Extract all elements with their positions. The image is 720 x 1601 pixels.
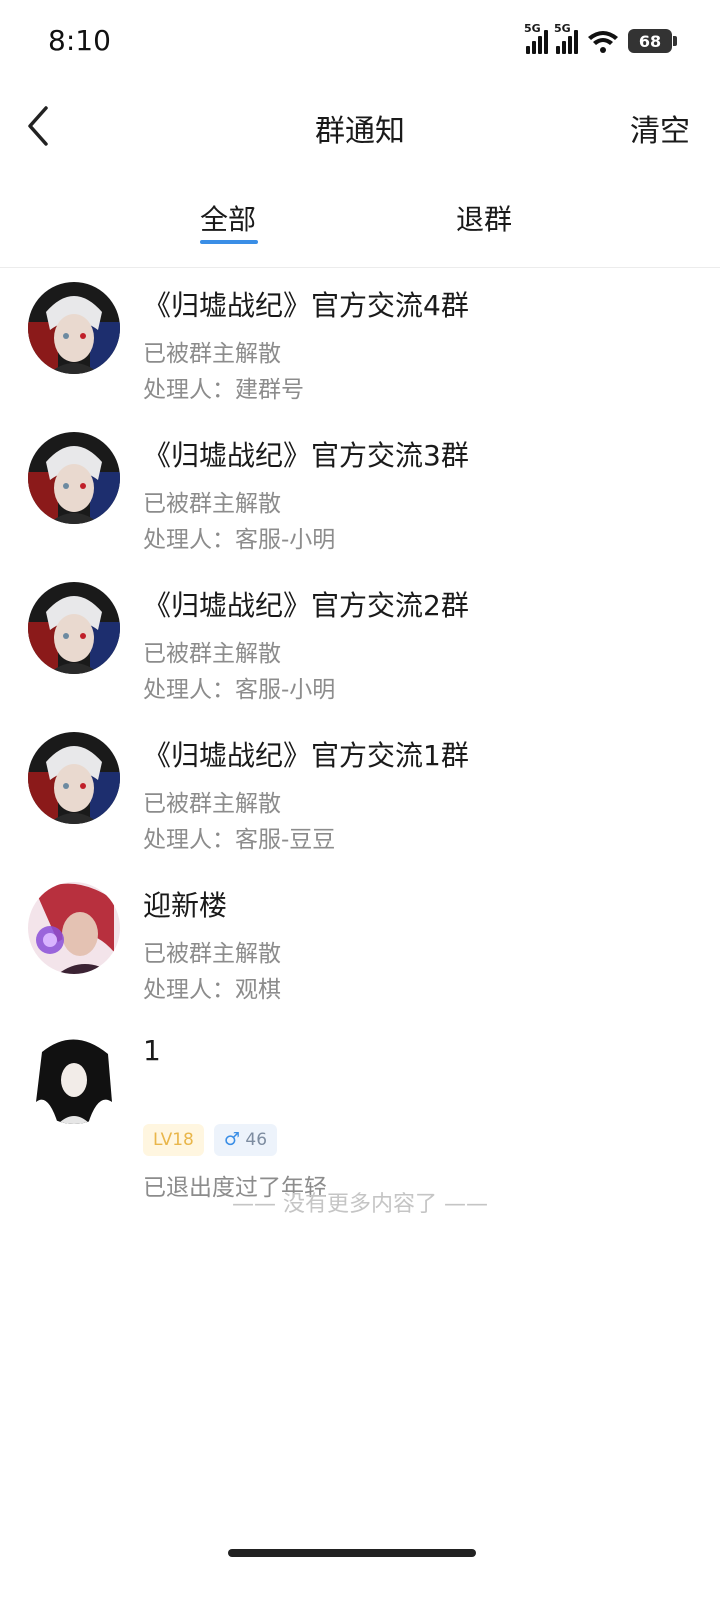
list-item[interactable]: 《归墟战纪》官方交流2群 已被群主解散 处理人：客服-小明: [0, 570, 720, 720]
nav-bar: 群通知 清空: [0, 84, 720, 168]
notice-status: 已被群主解散: [143, 341, 281, 367]
user-avatar: [28, 1032, 120, 1124]
signal-icon: 5G: [554, 22, 578, 54]
group-avatar: [28, 582, 120, 674]
group-name: 《归墟战纪》官方交流1群: [143, 739, 469, 772]
male-icon: ♂: [223, 1129, 241, 1150]
handler-text: 处理人：客服-小明: [143, 677, 336, 703]
user-name: 1: [143, 1034, 161, 1067]
level-badge: LV18: [143, 1124, 204, 1156]
status-bar: 8:10 5G 5G 68: [0, 0, 720, 84]
age-value: 46: [245, 1130, 268, 1150]
group-avatar: [28, 432, 120, 524]
notification-list: 《归墟战纪》官方交流4群 已被群主解散 处理人：建群号 《归墟战纪》官方交流3群…: [0, 270, 720, 1220]
clear-button[interactable]: 清空: [630, 106, 690, 150]
group-avatar: [28, 882, 120, 974]
network-type-label: 5G: [524, 22, 541, 35]
notice-status: 已被群主解散: [143, 491, 281, 517]
group-name: 《归墟战纪》官方交流4群: [143, 289, 469, 322]
status-icons: 5G 5G 68: [524, 22, 677, 58]
handler-text: 处理人：客服-豆豆: [143, 827, 336, 853]
handler-text: 处理人：客服-小明: [143, 527, 336, 553]
active-tab-indicator: [200, 240, 258, 244]
notice-status: 已被群主解散: [143, 641, 281, 667]
home-indicator[interactable]: [228, 1549, 476, 1557]
group-name: 迎新楼: [143, 889, 228, 922]
tab-all[interactable]: 全部: [200, 198, 256, 238]
tab-bar: 全部 退群: [0, 190, 720, 268]
notice-status: 已被群主解散: [143, 791, 281, 817]
list-item[interactable]: 迎新楼 已被群主解散 处理人：观棋: [0, 870, 720, 1020]
list-item[interactable]: 《归墟战纪》官方交流4群 已被群主解散 处理人：建群号: [0, 270, 720, 420]
battery-icon: 68: [628, 29, 677, 53]
handler-text: 处理人：建群号: [143, 377, 304, 403]
battery-level: 68: [638, 31, 662, 51]
group-name: 《归墟战纪》官方交流3群: [143, 439, 469, 472]
status-time: 8:10: [48, 24, 111, 57]
group-avatar: [28, 732, 120, 824]
list-item[interactable]: 《归墟战纪》官方交流1群 已被群主解散 处理人：客服-豆豆: [0, 720, 720, 870]
handler-text: 处理人：观棋: [143, 977, 281, 1003]
user-badges: LV18 ♂ 46: [143, 1124, 278, 1156]
tab-quit[interactable]: 退群: [456, 198, 512, 238]
notice-status: 已被群主解散: [143, 941, 281, 967]
signal-icon: 5G: [524, 22, 548, 54]
group-avatar: [28, 282, 120, 374]
list-item[interactable]: 《归墟战纪》官方交流3群 已被群主解散 处理人：客服-小明: [0, 420, 720, 570]
gender-age-badge: ♂ 46: [213, 1124, 278, 1156]
network-type-label: 5G: [554, 22, 571, 35]
wifi-icon: [588, 31, 618, 53]
end-of-list-note: —— 没有更多内容了 ——: [232, 1192, 488, 1217]
group-name: 《归墟战纪》官方交流2群: [143, 589, 469, 622]
page-title: 群通知: [315, 114, 405, 149]
